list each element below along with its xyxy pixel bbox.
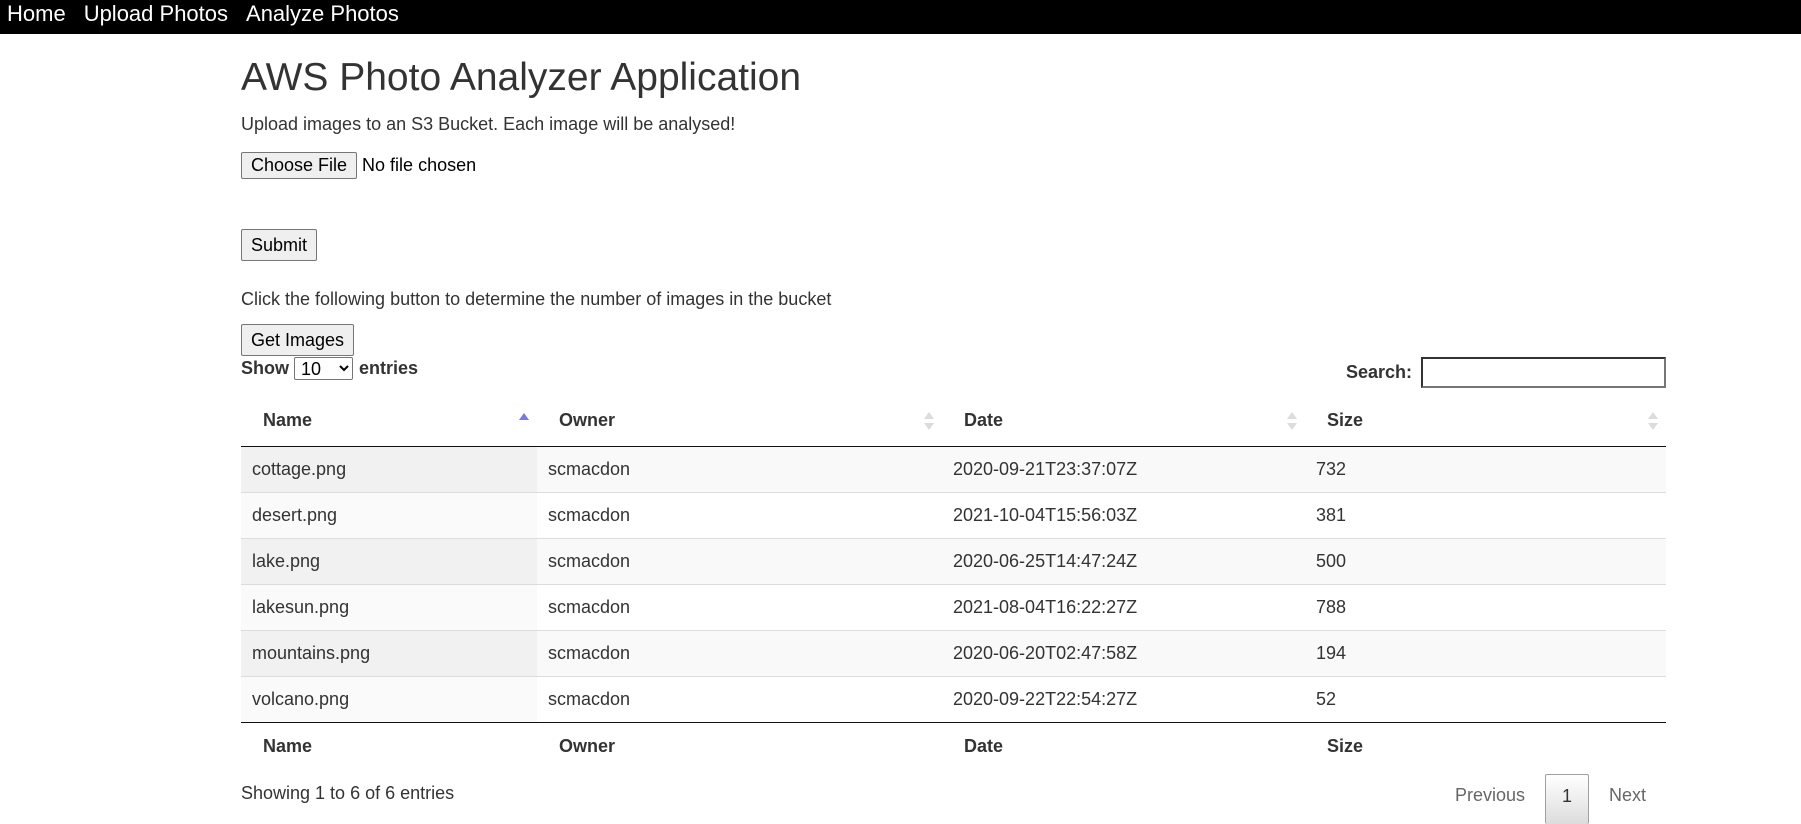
- footer-header-owner: Owner: [537, 721, 942, 771]
- table-row[interactable]: desert.png scmacdon 2021-10-04T15:56:03Z 38…: [241, 491, 1666, 538]
- cell-owner: scmacdon: [537, 537, 942, 584]
- cell-name: lake.png: [241, 537, 537, 584]
- file-status-text: No file chosen: [362, 155, 477, 175]
- cell-size: 194: [1305, 629, 1666, 676]
- column-header-label: Size: [1327, 410, 1364, 431]
- table-row[interactable]: lake.png scmacdon 2020-06-25T14:47:24Z 500: [241, 537, 1666, 584]
- search-input[interactable]: [1421, 357, 1666, 388]
- table-row[interactable]: lakesun.png scmacdon 2021-08-04T16:22:27Z 7…: [241, 583, 1666, 630]
- sort-both-icon: [1287, 411, 1297, 430]
- cell-owner: scmacdon: [537, 491, 942, 538]
- cell-size: 500: [1305, 537, 1666, 584]
- cell-name: cottage.png: [241, 446, 537, 492]
- cell-size: 52: [1305, 675, 1666, 722]
- column-header-size[interactable]: Size: [1305, 396, 1666, 447]
- cell-size: 788: [1305, 583, 1666, 630]
- table-body: cottage.png scmacdon 2020-09-21T23:37:07Z 7…: [241, 446, 1666, 722]
- nav-home-link[interactable]: Home: [0, 0, 75, 31]
- page-length-select[interactable]: 10: [294, 357, 353, 380]
- nav-analyze-photos-link[interactable]: Analyze Photos: [237, 0, 408, 31]
- table-header-row: Name Owner Date Size: [241, 396, 1666, 447]
- table-row[interactable]: mountains.png scmacdon 2020-06-20T02:47:58…: [241, 629, 1666, 676]
- cell-owner: scmacdon: [537, 583, 942, 630]
- table-row[interactable]: cottage.png scmacdon 2020-09-21T23:37:07Z 7…: [241, 446, 1666, 492]
- images-table: Name Owner Date Size cottage.png scmacdon…: [241, 396, 1666, 771]
- cell-owner: scmacdon: [537, 629, 942, 676]
- previous-page-button[interactable]: Previous: [1435, 774, 1545, 816]
- cell-date: 2021-10-04T15:56:03Z: [942, 491, 1305, 538]
- column-header-label: Name: [263, 410, 313, 431]
- sort-both-icon: [924, 411, 934, 430]
- cell-date: 2020-09-22T22:54:27Z: [942, 675, 1305, 722]
- next-page-button[interactable]: Next: [1589, 774, 1666, 816]
- cell-owner: scmacdon: [537, 675, 942, 722]
- file-upload-row: Choose File No file chosen: [241, 152, 476, 179]
- submit-button[interactable]: Submit: [241, 229, 318, 261]
- table-footer-row: Name Owner Date Size: [241, 721, 1666, 771]
- cell-owner: scmacdon: [537, 446, 942, 492]
- cell-name: mountains.png: [241, 629, 537, 676]
- footer-header-date: Date: [942, 721, 1305, 771]
- cell-date: 2020-06-20T02:47:58Z: [942, 629, 1305, 676]
- cell-date: 2021-08-04T16:22:27Z: [942, 583, 1305, 630]
- get-images-button[interactable]: Get Images: [241, 324, 355, 356]
- footer-header-size: Size: [1305, 721, 1666, 771]
- sort-ascending-icon: [519, 412, 529, 430]
- cell-size: 381: [1305, 491, 1666, 538]
- search-control: Search:: [1346, 357, 1666, 388]
- bucket-instructions: Click the following button to determine …: [241, 289, 832, 309]
- cell-date: 2020-09-21T23:37:07Z: [942, 446, 1305, 492]
- choose-file-button[interactable]: Choose File: [241, 152, 358, 179]
- table-info: Showing 1 to 6 of 6 entries: [241, 783, 455, 803]
- footer-header-name: Name: [241, 721, 537, 771]
- cell-size: 732: [1305, 446, 1666, 492]
- cell-name: volcano.png: [241, 675, 537, 722]
- page-length-control: Show 10 entries: [241, 357, 418, 380]
- show-label: Show: [241, 358, 289, 378]
- sort-both-icon: [1648, 411, 1658, 430]
- cell-date: 2020-06-25T14:47:24Z: [942, 537, 1305, 584]
- page-title: AWS Photo Analyzer Application: [241, 56, 802, 99]
- table-row[interactable]: volcano.png scmacdon 2020-09-22T22:54:27Z 5…: [241, 675, 1666, 722]
- intro-text: Upload images to an S3 Bucket. Each imag…: [241, 114, 736, 134]
- entries-label: entries: [359, 358, 419, 378]
- column-header-date[interactable]: Date: [942, 396, 1305, 447]
- cell-name: desert.png: [241, 491, 537, 538]
- nav-upload-photos-link[interactable]: Upload Photos: [75, 0, 237, 31]
- cell-name: lakesun.png: [241, 583, 537, 630]
- column-header-label: Owner: [559, 410, 616, 431]
- column-header-name[interactable]: Name: [241, 396, 537, 447]
- top-nav: Home Upload Photos Analyze Photos: [0, 0, 1801, 34]
- column-header-owner[interactable]: Owner: [537, 396, 942, 447]
- search-label: Search:: [1345, 362, 1412, 382]
- column-header-label: Date: [964, 410, 1004, 431]
